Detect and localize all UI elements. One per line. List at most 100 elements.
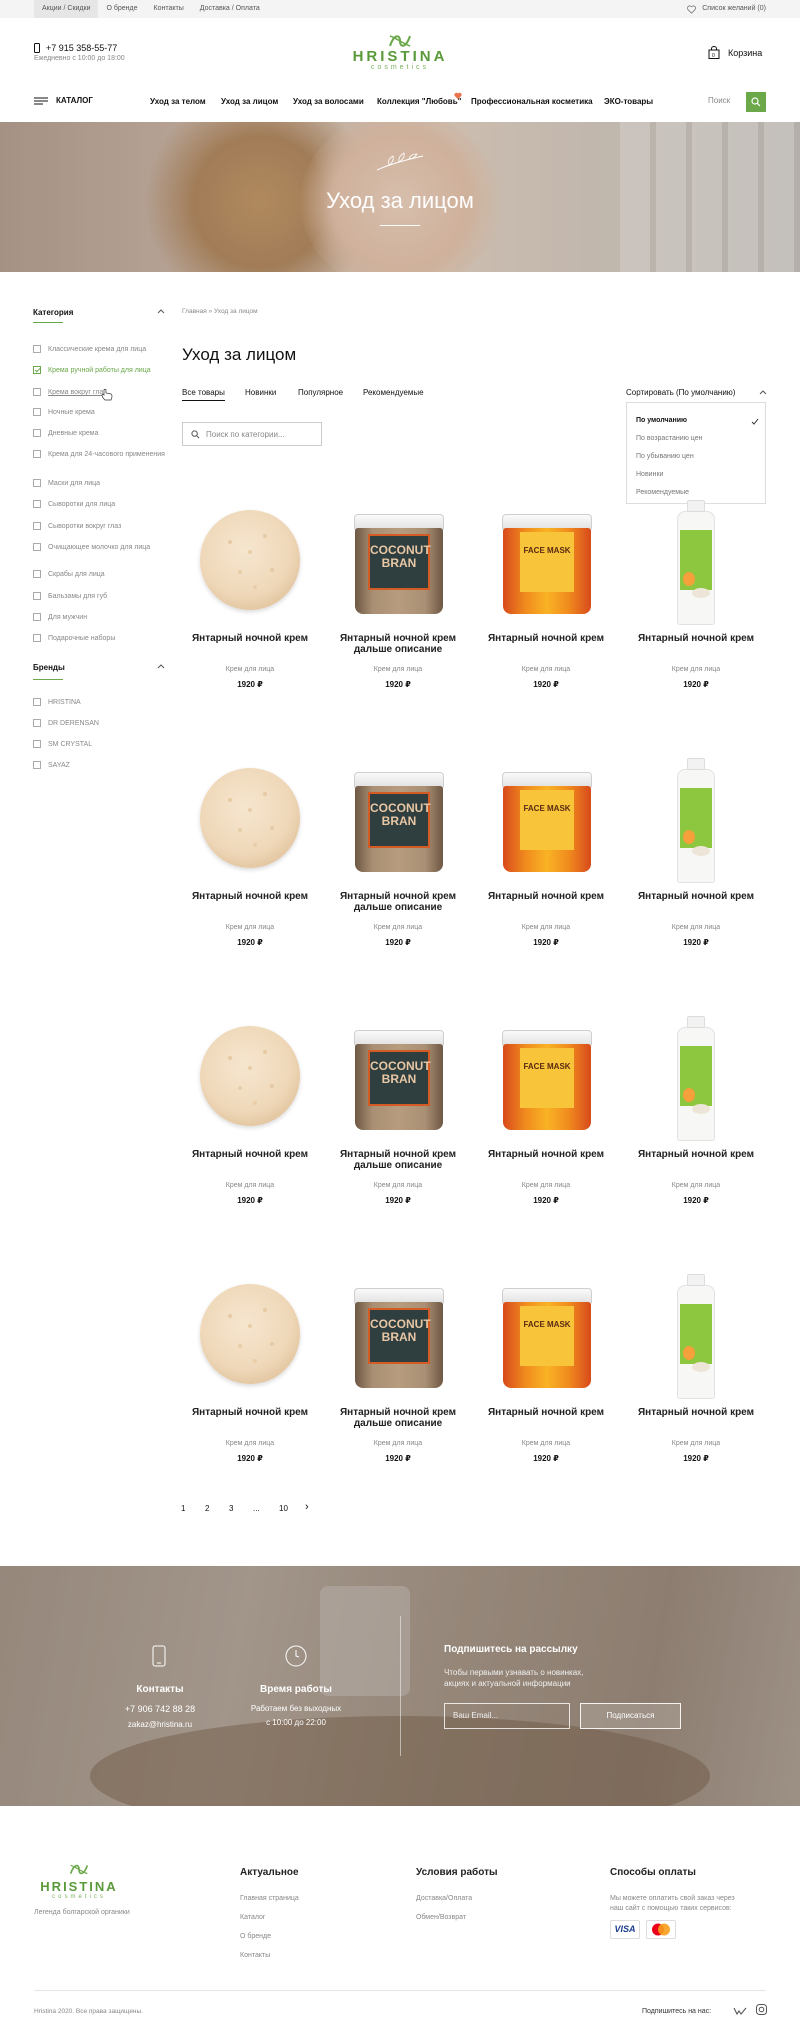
tab-new[interactable]: Новинки [245,388,276,397]
product-image[interactable]: COCONUT BRAN [324,758,472,883]
category-checkbox[interactable] [33,592,41,600]
cart-link[interactable]: 0 Корзина [708,46,762,59]
brand-label[interactable]: DR DERENSAN [48,719,168,728]
product-card[interactable]: Янтарный ночной крем Крем для лица 1920 ₽ [622,758,770,947]
brand-checkbox[interactable] [33,740,41,748]
product-name[interactable]: Янтарный ночной крем дальше описание [324,633,472,657]
product-image[interactable] [622,500,770,625]
tab-all[interactable]: Все товары [182,388,225,401]
nav-item-eco[interactable]: ЭКО-товары [604,97,653,106]
page-2[interactable]: 2 [205,1504,209,1513]
product-image[interactable]: FACE MASK [472,1016,620,1141]
category-label[interactable]: Крема для 24-часового применения [48,450,168,459]
category-checkbox[interactable] [33,345,41,353]
footer-link-home[interactable]: Главная страница [240,1895,299,1902]
product-card[interactable]: COCONUT BRAN Янтарный ночной крем дальше … [324,1274,472,1463]
filter-brands-title[interactable]: Бренды [33,663,65,672]
footer-link-catalog[interactable]: Каталог [240,1914,265,1921]
search-button[interactable] [746,92,766,112]
product-name[interactable]: Янтарный ночной крем [472,1149,620,1173]
instagram-icon[interactable] [756,2004,767,2015]
product-name[interactable]: Янтарный ночной крем [176,891,324,915]
product-name[interactable]: Янтарный ночной крем [176,1407,324,1431]
category-label[interactable]: Классические крема для лица [48,345,168,354]
category-search-input[interactable]: Поиск по категории... [182,422,322,446]
product-name[interactable]: Янтарный ночной крем [622,1407,770,1431]
footer-link-contacts[interactable]: Контакты [240,1952,270,1959]
sort-option-default[interactable]: По умолчанию [636,417,687,424]
product-name[interactable]: Янтарный ночной крем [622,1149,770,1173]
product-image[interactable] [622,1016,770,1141]
product-image[interactable]: COCONUT BRAN [324,1016,472,1141]
category-label[interactable]: Очищающее молочко для лица [48,543,168,552]
brand-checkbox[interactable] [33,698,41,706]
product-name[interactable]: Янтарный ночной крем [176,633,324,657]
breadcrumb[interactable]: Главная » Уход за лицом [182,308,258,315]
sort-option-recommended[interactable]: Рекомендуемые [636,489,689,496]
product-image[interactable] [176,758,324,883]
nav-item-body[interactable]: Уход за телом [150,97,206,106]
next-page-icon[interactable]: › [305,1501,309,1513]
category-checkbox[interactable] [33,613,41,621]
product-card[interactable]: Янтарный ночной крем Крем для лица 1920 ₽ [176,758,324,947]
category-label[interactable]: Дневные крема [48,429,168,438]
category-label[interactable]: Ночные крема [48,408,168,417]
sort-option-price-asc[interactable]: По возрастанию цен [636,435,703,442]
product-name[interactable]: Янтарный ночной крем [472,1407,620,1431]
product-name[interactable]: Янтарный ночной крем [472,633,620,657]
product-image[interactable]: FACE MASK [472,500,620,625]
product-card[interactable]: Янтарный ночной крем Крем для лица 1920 ₽ [622,1274,770,1463]
product-name[interactable]: Янтарный ночной крем [622,891,770,915]
category-checkbox[interactable] [33,388,41,396]
brand-checkbox[interactable] [33,761,41,769]
product-card[interactable]: Янтарный ночной крем Крем для лица 1920 ₽ [622,500,770,689]
catalog-menu-button[interactable]: КАТАЛОГ [34,96,93,105]
product-image[interactable] [176,1274,324,1399]
product-card[interactable]: COCONUT BRAN Янтарный ночной крем дальше … [324,500,472,689]
product-card[interactable]: Янтарный ночной крем Крем для лица 1920 ₽ [622,1016,770,1205]
category-checkbox[interactable] [33,522,41,530]
footer-link-returns[interactable]: Обмен/Возврат [416,1914,466,1921]
product-card[interactable]: Янтарный ночной крем Крем для лица 1920 ₽ [176,500,324,689]
newsletter-email-input[interactable]: Ваш Email... [444,1703,570,1729]
category-checkbox[interactable] [33,366,41,374]
topbar-link-contacts[interactable]: Контакты [146,0,192,18]
footer-link-delivery[interactable]: Доставка/Оплата [416,1895,472,1902]
nav-item-face[interactable]: Уход за лицом [221,97,278,106]
nav-item-professional[interactable]: Профессиональная косметика [471,97,593,106]
chevron-up-icon[interactable] [157,663,165,669]
nav-item-hair[interactable]: Уход за волосами [293,97,364,106]
product-name[interactable]: Янтарный ночной крем [472,891,620,915]
product-image[interactable] [622,1274,770,1399]
product-card[interactable]: FACE MASK Янтарный ночной крем Крем для ли… [472,758,620,947]
site-logo[interactable]: HRISTINA cosmetics [347,32,453,71]
wishlist-link[interactable]: Список желаний (0) [687,0,766,18]
category-label[interactable]: Подарочные наборы [48,634,168,643]
category-checkbox[interactable] [33,570,41,578]
brand-checkbox[interactable] [33,719,41,727]
category-label[interactable]: Бальзамы для губ [48,592,168,601]
category-checkbox[interactable] [33,543,41,551]
product-card[interactable]: Янтарный ночной крем Крем для лица 1920 ₽ [176,1274,324,1463]
nav-search-input[interactable]: Поиск [708,96,730,105]
category-label[interactable]: Сыворотки для лица [48,500,168,509]
product-name[interactable]: Янтарный ночной крем [176,1149,324,1173]
product-image[interactable] [622,758,770,883]
product-image[interactable]: FACE MASK [472,758,620,883]
vk-icon[interactable] [733,2006,747,2016]
brand-label[interactable]: SAYAZ [48,761,168,770]
header-phone[interactable]: +7 915 358-55-77 [34,43,117,53]
category-label[interactable]: Сыворотки вокруг глаз [48,522,168,531]
subscribe-button[interactable]: Подписаться [580,1703,681,1729]
product-card[interactable]: Янтарный ночной крем Крем для лица 1920 ₽ [176,1016,324,1205]
page-1[interactable]: 1 [181,1504,185,1513]
category-checkbox[interactable] [33,408,41,416]
footer-logo[interactable]: HRISTINA cosmetics [34,1862,124,1900]
product-image[interactable] [176,1016,324,1141]
product-image[interactable]: FACE MASK [472,1274,620,1399]
product-name[interactable]: Янтарный ночной крем дальше описание [324,1407,472,1431]
page-3[interactable]: 3 [229,1504,233,1513]
tab-popular[interactable]: Популярное [298,388,343,397]
sort-select[interactable]: Сортировать (По умолчанию) [626,388,735,397]
product-image[interactable]: COCONUT BRAN [324,500,472,625]
